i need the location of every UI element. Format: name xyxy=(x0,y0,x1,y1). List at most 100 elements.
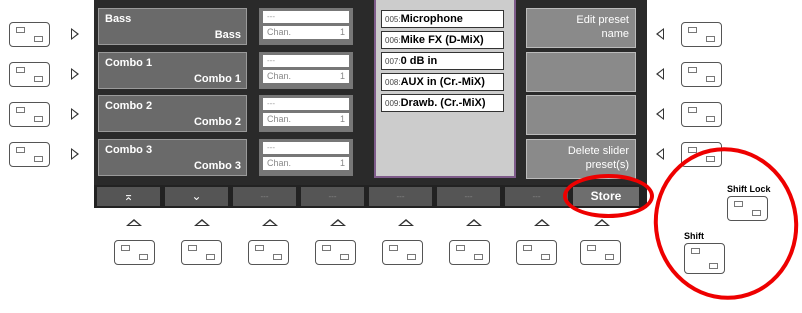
preset-subname: Combo 3 xyxy=(193,160,241,172)
led-indicator xyxy=(121,245,130,251)
bottom-hw-button-6[interactable] xyxy=(449,240,490,265)
source-index: 005: xyxy=(385,15,401,24)
channel-field[interactable]: Chan. 1 xyxy=(263,26,349,39)
preset-name: Combo 3 xyxy=(105,144,153,156)
right-hw-button-3[interactable] xyxy=(681,102,722,127)
led-indicator xyxy=(407,254,416,260)
channel-field[interactable]: Chan. 1 xyxy=(263,70,349,83)
preset-button-2[interactable]: Combo 1 Combo 1 xyxy=(98,52,247,89)
bottom-hw-button-1[interactable] xyxy=(114,240,155,265)
led-indicator xyxy=(706,36,715,42)
arrow-up-icon xyxy=(466,219,482,226)
arrow-up-icon xyxy=(126,219,142,226)
led-indicator xyxy=(139,254,148,260)
preset-subname: Combo 2 xyxy=(193,116,241,128)
softkey-scroll-top[interactable]: ⌅ xyxy=(97,187,160,206)
source-item[interactable]: 008:AUX in (Cr.-MiX) xyxy=(381,73,504,91)
arrow-right-icon xyxy=(71,148,79,160)
channel-number: 1 xyxy=(339,71,345,81)
right-hw-button-2[interactable] xyxy=(681,62,722,87)
led-indicator xyxy=(523,245,532,251)
led-indicator xyxy=(340,254,349,260)
source-name: Mike FX (D-MiX) xyxy=(400,34,484,46)
led-indicator xyxy=(188,245,197,251)
source-name: AUX in (Cr.-MiX) xyxy=(400,76,485,88)
softkey-7[interactable]: --- xyxy=(505,187,568,206)
arrow-up-icon xyxy=(194,219,210,226)
led-indicator xyxy=(389,245,398,251)
bottom-hw-button-5[interactable] xyxy=(382,240,423,265)
left-hw-button-4[interactable] xyxy=(9,142,50,167)
menu-line: preset(s) xyxy=(585,159,629,171)
channel-name-field[interactable]: --- xyxy=(263,98,349,110)
channel-box-3[interactable]: --- Chan. 1 xyxy=(259,95,353,132)
arrow-up-icon xyxy=(330,219,346,226)
led-indicator xyxy=(206,254,215,260)
menu-line: Delete slider xyxy=(567,145,629,157)
highlight-ring-shift xyxy=(639,133,802,313)
source-name: Drawb. (Cr.-MiX) xyxy=(400,97,486,109)
bottom-hw-button-8[interactable] xyxy=(580,240,621,265)
source-item[interactable]: 007:0 dB in xyxy=(381,52,504,70)
channel-name-field[interactable]: --- xyxy=(263,142,349,154)
preset-button-4[interactable]: Combo 3 Combo 3 xyxy=(98,139,247,176)
softkey-3[interactable]: --- xyxy=(233,187,296,206)
channel-field[interactable]: Chan. 1 xyxy=(263,157,349,170)
led-indicator xyxy=(16,107,25,113)
preset-subname: Combo 1 xyxy=(193,73,241,85)
led-indicator xyxy=(587,245,596,251)
led-indicator xyxy=(34,36,43,42)
led-indicator xyxy=(456,245,465,251)
edit-preset-name-button[interactable]: Edit preset name xyxy=(526,8,636,48)
preset-subname: Bass xyxy=(214,29,241,41)
left-hw-button-2[interactable] xyxy=(9,62,50,87)
preset-button-1[interactable]: Bass Bass xyxy=(98,8,247,45)
bottom-hw-button-2[interactable] xyxy=(181,240,222,265)
left-hw-button-1[interactable] xyxy=(9,22,50,47)
channel-field[interactable]: Chan. 1 xyxy=(263,113,349,126)
arrow-up-icon xyxy=(534,219,550,226)
left-hw-button-3[interactable] xyxy=(9,102,50,127)
channel-name-field[interactable]: --- xyxy=(263,11,349,23)
source-item[interactable]: 006:Mike FX (D-MiX) xyxy=(381,31,504,49)
preset-name: Combo 1 xyxy=(105,57,153,69)
preset-button-3[interactable]: Combo 2 Combo 2 xyxy=(98,95,247,132)
led-indicator xyxy=(706,76,715,82)
source-index: 007: xyxy=(385,57,401,66)
channel-number: 1 xyxy=(339,158,345,168)
source-name: Microphone xyxy=(400,13,463,25)
channel-box-2[interactable]: --- Chan. 1 xyxy=(259,52,353,89)
empty-menu-button-3[interactable] xyxy=(526,95,636,135)
softkey-5[interactable]: --- xyxy=(369,187,432,206)
source-name: 0 dB in xyxy=(400,55,438,67)
softkey-scroll-down[interactable]: ⌄ xyxy=(165,187,228,206)
highlight-ring-store xyxy=(563,174,654,218)
channel-number: 1 xyxy=(339,27,345,37)
empty-menu-button-2[interactable] xyxy=(526,52,636,92)
arrow-left-icon xyxy=(656,108,664,120)
bottom-hw-button-3[interactable] xyxy=(248,240,289,265)
channel-box-1[interactable]: --- Chan. 1 xyxy=(259,8,353,45)
channel-box-4[interactable]: --- Chan. 1 xyxy=(259,139,353,176)
softkey-6[interactable]: --- xyxy=(437,187,500,206)
softkey-4[interactable]: --- xyxy=(301,187,364,206)
bottom-hw-button-4[interactable] xyxy=(315,240,356,265)
led-indicator xyxy=(688,27,697,33)
led-indicator xyxy=(255,245,264,251)
arrow-up-icon xyxy=(594,219,610,226)
led-indicator xyxy=(322,245,331,251)
led-indicator xyxy=(273,254,282,260)
arrow-left-icon xyxy=(656,68,664,80)
led-indicator xyxy=(16,67,25,73)
source-index: 008: xyxy=(385,78,401,87)
bottom-hw-button-7[interactable] xyxy=(516,240,557,265)
arrow-up-icon xyxy=(398,219,414,226)
channel-label: Chan. xyxy=(267,114,292,124)
channel-name-field[interactable]: --- xyxy=(263,55,349,67)
source-item[interactable]: 009:Drawb. (Cr.-MiX) xyxy=(381,94,504,112)
source-item[interactable]: 005:Microphone xyxy=(381,10,504,28)
right-hw-button-1[interactable] xyxy=(681,22,722,47)
delete-slider-presets-button[interactable]: Delete slider preset(s) xyxy=(526,139,636,179)
led-indicator xyxy=(34,156,43,162)
led-indicator xyxy=(688,107,697,113)
